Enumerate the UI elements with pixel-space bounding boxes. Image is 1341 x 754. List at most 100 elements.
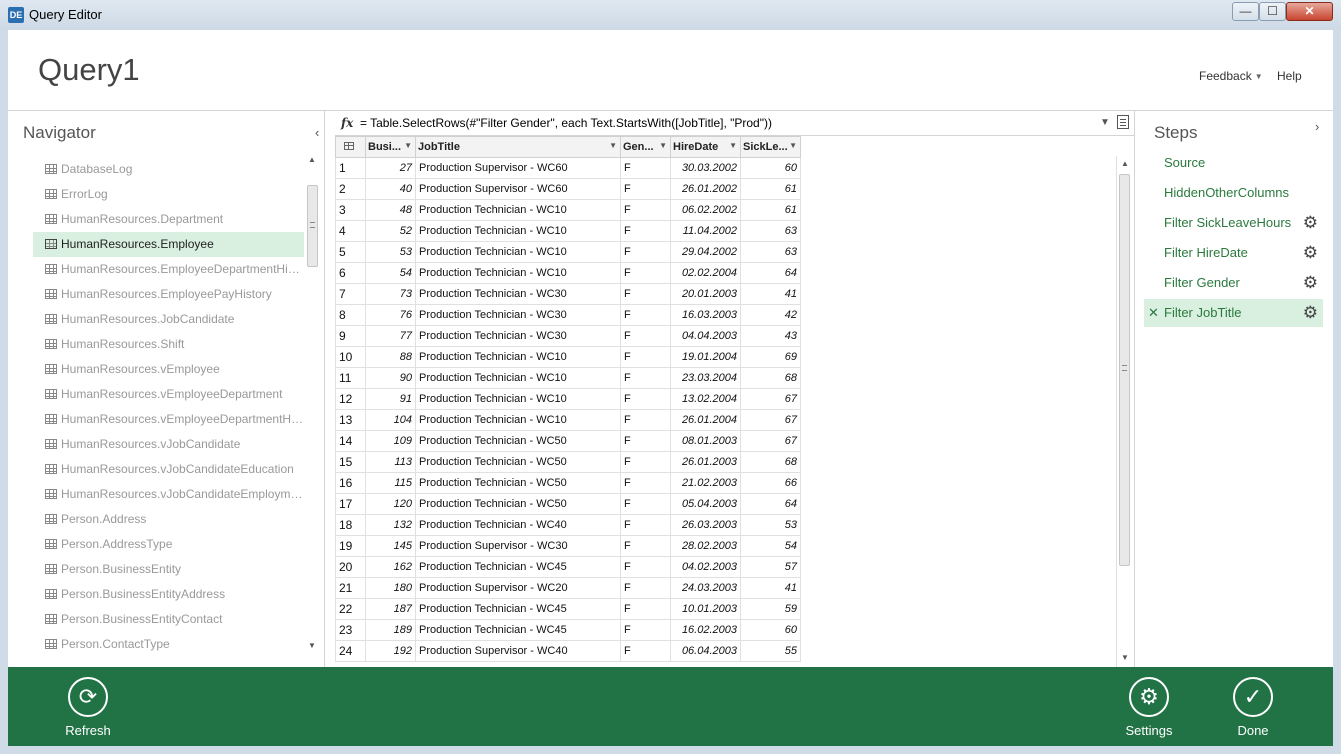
- cell-jobtitle[interactable]: Production Technician - WC10: [415, 199, 621, 221]
- cell-sickleavehours[interactable]: 42: [740, 304, 801, 326]
- step-item[interactable]: Filter SickLeaveHours ⚙: [1144, 209, 1323, 237]
- cell-jobtitle[interactable]: Production Technician - WC45: [415, 619, 621, 641]
- row-number[interactable]: 15: [335, 451, 366, 473]
- column-header-gender[interactable]: Gen... ▼: [620, 136, 671, 158]
- cell-businessentityid[interactable]: 88: [365, 346, 416, 368]
- cell-sickleavehours[interactable]: 69: [740, 346, 801, 368]
- step-item[interactable]: Filter HireDate ⚙: [1144, 239, 1323, 267]
- cell-sickleavehours[interactable]: 41: [740, 283, 801, 305]
- cell-hiredate[interactable]: 24.03.2003: [670, 577, 741, 599]
- cell-gender[interactable]: F: [620, 640, 671, 662]
- cell-businessentityid[interactable]: 189: [365, 619, 416, 641]
- cell-hiredate[interactable]: 26.03.2003: [670, 514, 741, 536]
- scroll-down-icon[interactable]: ▼: [1121, 653, 1129, 662]
- cell-gender[interactable]: F: [620, 157, 671, 179]
- cell-sickleavehours[interactable]: 57: [740, 556, 801, 578]
- navigator-item[interactable]: HumanResources.vJobCandidate: [33, 432, 304, 457]
- cell-hiredate[interactable]: 02.02.2004: [670, 262, 741, 284]
- cell-gender[interactable]: F: [620, 451, 671, 473]
- navigator-item[interactable]: Person.Address: [33, 507, 304, 532]
- table-row[interactable]: 19 145 Production Supervisor - WC30 F 28.02.…: [335, 535, 801, 557]
- cell-hiredate[interactable]: 13.02.2004: [670, 388, 741, 410]
- cell-jobtitle[interactable]: Production Supervisor - WC20: [415, 577, 621, 599]
- navigator-item[interactable]: Person.BusinessEntity: [33, 557, 304, 582]
- cell-sickleavehours[interactable]: 66: [740, 472, 801, 494]
- done-button[interactable]: ✓ Done: [1228, 677, 1278, 738]
- minimize-button[interactable]: —: [1232, 2, 1259, 21]
- cell-businessentityid[interactable]: 115: [365, 472, 416, 494]
- cell-sickleavehours[interactable]: 41: [740, 577, 801, 599]
- row-number[interactable]: 4: [335, 220, 366, 242]
- cell-businessentityid[interactable]: 120: [365, 493, 416, 515]
- cell-hiredate[interactable]: 23.03.2004: [670, 367, 741, 389]
- steps-collapse-icon[interactable]: ›: [1315, 119, 1319, 134]
- row-number[interactable]: 17: [335, 493, 366, 515]
- row-number[interactable]: 10: [335, 346, 366, 368]
- cell-businessentityid[interactable]: 109: [365, 430, 416, 452]
- cell-businessentityid[interactable]: 48: [365, 199, 416, 221]
- gear-icon[interactable]: ⚙: [1303, 299, 1318, 327]
- row-number[interactable]: 18: [335, 514, 366, 536]
- cell-hiredate[interactable]: 11.04.2002: [670, 220, 741, 242]
- cell-gender[interactable]: F: [620, 262, 671, 284]
- gear-icon[interactable]: ⚙: [1303, 209, 1318, 237]
- cell-sickleavehours[interactable]: 60: [740, 157, 801, 179]
- row-number[interactable]: 13: [335, 409, 366, 431]
- delete-step-icon[interactable]: ✕: [1148, 299, 1159, 327]
- cell-businessentityid[interactable]: 73: [365, 283, 416, 305]
- cell-gender[interactable]: F: [620, 304, 671, 326]
- grid-scrollbar[interactable]: ▲ ▼: [1116, 156, 1132, 667]
- cell-businessentityid[interactable]: 40: [365, 178, 416, 200]
- navigator-item[interactable]: HumanResources.Employee: [33, 232, 304, 257]
- cell-jobtitle[interactable]: Production Technician - WC50: [415, 493, 621, 515]
- chevron-down-icon[interactable]: ▼: [729, 141, 737, 150]
- cell-sickleavehours[interactable]: 64: [740, 493, 801, 515]
- cell-sickleavehours[interactable]: 43: [740, 325, 801, 347]
- cell-businessentityid[interactable]: 91: [365, 388, 416, 410]
- navigator-collapse-icon[interactable]: ‹: [315, 125, 319, 140]
- cell-sickleavehours[interactable]: 67: [740, 409, 801, 431]
- cell-sickleavehours[interactable]: 64: [740, 262, 801, 284]
- table-row[interactable]: 21 180 Production Supervisor - WC20 F 24.03.…: [335, 577, 801, 599]
- row-number[interactable]: 19: [335, 535, 366, 557]
- cell-jobtitle[interactable]: Production Technician - WC45: [415, 556, 621, 578]
- cell-businessentityid[interactable]: 54: [365, 262, 416, 284]
- cell-gender[interactable]: F: [620, 514, 671, 536]
- scrollbar-thumb[interactable]: [1119, 174, 1130, 566]
- table-corner[interactable]: [335, 136, 366, 158]
- cell-hiredate[interactable]: 06.02.2002: [670, 199, 741, 221]
- cell-hiredate[interactable]: 10.01.2003: [670, 598, 741, 620]
- cell-hiredate[interactable]: 26.01.2004: [670, 409, 741, 431]
- cell-gender[interactable]: F: [620, 430, 671, 452]
- navigator-scrollbar[interactable]: ▲ ▼: [306, 155, 319, 655]
- cell-jobtitle[interactable]: Production Supervisor - WC60: [415, 157, 621, 179]
- step-item[interactable]: HiddenOtherColumns: [1144, 179, 1323, 207]
- row-number[interactable]: 9: [335, 325, 366, 347]
- cell-gender[interactable]: F: [620, 619, 671, 641]
- close-button[interactable]: ✕: [1286, 2, 1333, 21]
- cell-gender[interactable]: F: [620, 241, 671, 263]
- filter-dropdown-icon[interactable]: ▼: [609, 141, 617, 150]
- table-row[interactable]: 7 73 Production Technician - WC30 F 20.01.20…: [335, 283, 801, 305]
- cell-jobtitle[interactable]: Production Technician - WC10: [415, 346, 621, 368]
- cell-jobtitle[interactable]: Production Technician - WC10: [415, 409, 621, 431]
- row-number[interactable]: 16: [335, 472, 366, 494]
- cell-sickleavehours[interactable]: 54: [740, 535, 801, 557]
- navigator-item[interactable]: HumanResources.JobCandidate: [33, 307, 304, 332]
- cell-hiredate[interactable]: 16.03.2003: [670, 304, 741, 326]
- cell-gender[interactable]: F: [620, 325, 671, 347]
- row-number[interactable]: 6: [335, 262, 366, 284]
- cell-sickleavehours[interactable]: 61: [740, 178, 801, 200]
- navigator-item[interactable]: Person.BusinessEntityAddress: [33, 582, 304, 607]
- cell-sickleavehours[interactable]: 68: [740, 367, 801, 389]
- cell-businessentityid[interactable]: 180: [365, 577, 416, 599]
- cell-hiredate[interactable]: 08.01.2003: [670, 430, 741, 452]
- row-number[interactable]: 24: [335, 640, 366, 662]
- column-header-hiredate[interactable]: HireDate ▼: [670, 136, 741, 158]
- table-row[interactable]: 15 113 Production Technician - WC50 F 26.01.…: [335, 451, 801, 473]
- cell-businessentityid[interactable]: 162: [365, 556, 416, 578]
- cell-jobtitle[interactable]: Production Supervisor - WC60: [415, 178, 621, 200]
- cell-hiredate[interactable]: 04.02.2003: [670, 556, 741, 578]
- cell-sickleavehours[interactable]: 59: [740, 598, 801, 620]
- cell-gender[interactable]: F: [620, 199, 671, 221]
